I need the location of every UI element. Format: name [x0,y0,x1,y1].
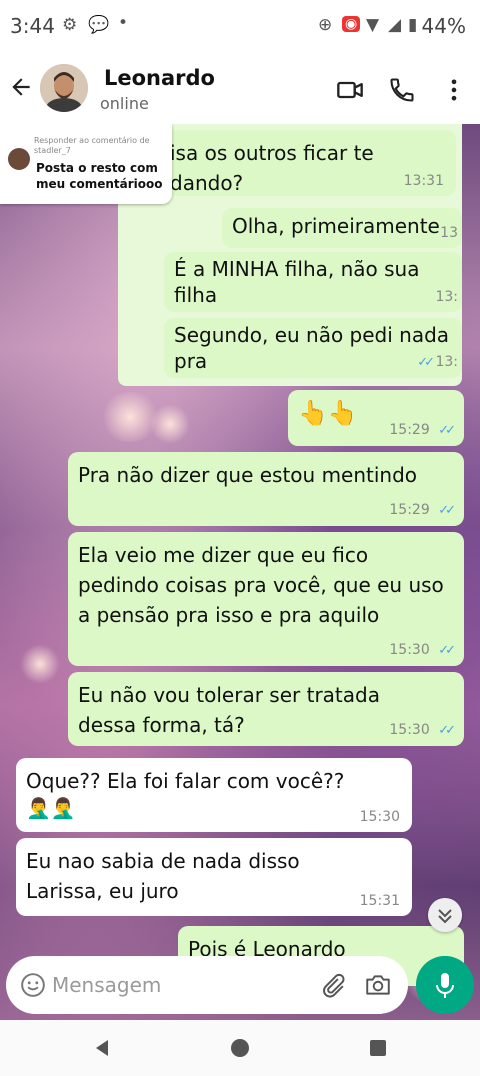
camera-icon[interactable] [364,972,392,998]
dot-icon: • [118,13,129,33]
message-text: Pra não dizer que estou mentindo [78,463,418,487]
signal-icon: ◢ [388,15,402,35]
read-receipt-icon: ✓✓ [438,643,456,658]
battery-icon: ▮ [408,15,418,35]
wifi-icon: ▼ [366,15,380,35]
message-bubble[interactable]: Ela veio me dizer que eu fico pedindo co… [68,532,464,666]
message-text: Eu não vou tolerar ser tratada dessa for… [78,683,380,737]
message-time: 15:29 [389,502,430,518]
settings-icon: ⚙ [62,15,78,35]
message-bubble[interactable]: Olha, primeiramente 13 [222,208,462,248]
message-bubble[interactable]: isa os outros ficar te dando? 13:31 [160,130,456,196]
system-navigation-bar [0,1020,480,1076]
message-time: 13: [435,289,458,305]
wallpaper-sparkle [150,404,190,444]
back-arrow-icon[interactable] [8,74,34,100]
battery-percentage: 44% [421,14,466,38]
message-bubble[interactable]: Oque?? Ela foi falar com você?? 🤦‍♂️🤦‍♂️… [16,758,412,832]
message-bubble[interactable]: Eu nao sabia de nada disso Larissa, eu j… [16,838,412,916]
reply-comment-card[interactable]: Responder ao comentário de stadler_7 Pos… [0,124,172,204]
message-text: 👆👆 [298,399,358,427]
status-bar: 3:44 ⚙ 💬 • ⊕ ◉ ▼ ◢ ▮ 44% [0,0,480,54]
message-emoji: 🤦‍♂️🤦‍♂️ [26,796,76,820]
message-input-bar [6,956,408,1014]
read-receipt-icon: ✓✓ [438,723,456,738]
reply-comment-text: Posta o resto com meu comentáriooo [36,161,163,191]
message-text: Oque?? Ela foi falar com você?? [26,769,345,793]
read-receipt-icon: ✓✓ [438,503,456,518]
nav-back-icon[interactable] [92,1038,112,1058]
wallpaper-sparkle [20,644,60,684]
message-bubble[interactable]: Segundo, eu não pedi nada pra ✓✓ 13: [164,318,462,378]
more-options-icon[interactable] [440,76,468,104]
message-bubble[interactable]: Eu não vou tolerar ser tratada dessa for… [68,672,464,746]
message-text: Eu nao sabia de nada disso Larissa, eu j… [26,849,300,903]
video-call-icon[interactable] [336,76,364,104]
message-text: Olha, primeiramente [232,214,440,238]
message-time: 13 [440,225,458,241]
mic-button[interactable] [416,956,474,1014]
message-bubble[interactable]: 👆👆 15:29 ✓✓ [288,390,464,446]
message-time: 15:30 [389,642,430,658]
attach-icon[interactable] [320,972,346,998]
message-text: isa os outros ficar te dando? [170,141,374,195]
nav-recents-icon[interactable] [368,1038,388,1058]
message-bubble[interactable]: Pra não dizer que estou mentindo 15:29 ✓… [68,452,464,526]
scroll-to-bottom-button[interactable] [428,898,462,932]
message-time: 15:30 [359,809,400,825]
read-receipt-icon: ✓✓ [417,355,435,370]
message-text: É a MINHA filha, não sua filha [174,257,420,307]
contact-status: online [100,94,149,113]
sync-icon: ⊕ [318,15,333,35]
nav-home-icon[interactable] [230,1038,250,1058]
message-input[interactable] [52,970,292,1000]
message-text: Segundo, eu não pedi nada pra [174,323,450,373]
message-bubble[interactable]: É a MINHA filha, não sua filha 13: [164,252,462,312]
phone-call-icon[interactable] [388,76,416,104]
avatar[interactable] [40,64,88,112]
record-icon: ◉ [342,16,361,32]
reply-label: Responder ao comentário de stadler_7 [34,136,150,155]
message-time: 13: [435,354,458,370]
chat-notification-icon: 💬 [88,15,110,35]
contact-name[interactable]: Leonardo [104,66,215,90]
chat-header: Leonardo online [0,54,480,124]
emoji-icon[interactable] [20,972,46,998]
chat-area[interactable]: isa os outros ficar te dando? 13:31 Olha… [0,124,480,1020]
message-text: Ela veio me dizer que eu fico pedindo co… [78,543,444,627]
read-receipt-icon: ✓✓ [438,423,456,438]
message-time: 15:30 [389,722,430,738]
message-time: 15:31 [359,893,400,909]
message-time: 15:29 [389,422,430,438]
commenter-avatar [8,148,30,170]
message-time: 13:31 [403,173,444,189]
status-time: 3:44 [10,14,55,38]
